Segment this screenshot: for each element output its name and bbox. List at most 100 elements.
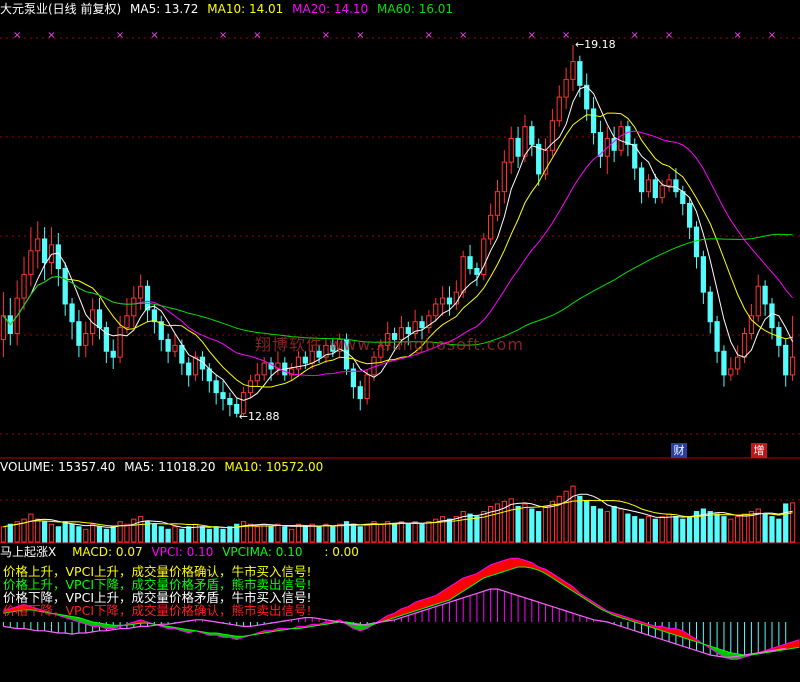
candle — [638, 162, 645, 204]
volume-bar — [673, 516, 679, 543]
volume-bar — [741, 513, 748, 543]
volume-bar — [762, 513, 768, 543]
volume-bar — [83, 528, 89, 543]
candle-body — [584, 84, 590, 110]
candle — [186, 357, 192, 387]
candle — [556, 85, 562, 127]
candle-body — [549, 120, 556, 151]
volume-bar — [323, 523, 329, 543]
candle — [611, 126, 617, 163]
high-price-label: ←19.18 — [574, 38, 616, 52]
candle — [289, 363, 295, 381]
volume-bar — [309, 523, 315, 543]
volume-bar — [563, 490, 569, 543]
candle-body — [741, 333, 748, 358]
volume-bar — [186, 526, 192, 543]
candle-body — [179, 344, 185, 364]
candle — [570, 45, 576, 92]
volume-bar — [652, 518, 658, 543]
candle-body — [433, 303, 439, 317]
volume-bar — [316, 526, 322, 543]
volume-bar — [385, 521, 391, 543]
ma5-readout: MA5: 13.72 — [130, 2, 199, 16]
finance-badge[interactable]: 财 — [671, 443, 687, 458]
candle — [783, 339, 789, 387]
volume-bar — [350, 523, 357, 543]
candle-body — [446, 297, 453, 305]
volume-bar — [330, 526, 336, 543]
candle-body — [673, 179, 679, 193]
candle-body — [357, 386, 363, 400]
candle — [35, 221, 41, 269]
candle — [501, 150, 507, 204]
candle — [48, 227, 55, 275]
candle — [789, 315, 796, 381]
candle — [597, 120, 604, 169]
volume-bar — [638, 518, 645, 543]
volume-bar — [227, 526, 233, 543]
candle — [474, 262, 480, 287]
price-panel[interactable]: × × × × × × × × × × × × × × × × — [0, 30, 796, 418]
volume-bar — [522, 503, 528, 543]
volume-bar — [481, 511, 487, 543]
candle — [96, 298, 103, 340]
volume-bar — [295, 523, 302, 543]
candle — [55, 233, 61, 287]
candle-body — [618, 126, 624, 151]
candle — [529, 120, 535, 157]
volume-bar — [124, 523, 130, 543]
volume-bar — [776, 518, 782, 543]
volume-bar — [625, 513, 631, 543]
candle-body — [419, 321, 425, 329]
candle — [707, 286, 713, 334]
volume-bar — [618, 508, 624, 543]
signal-cross-marker: × — [425, 30, 433, 41]
volume-bar — [474, 516, 480, 543]
volume-bar — [69, 523, 75, 543]
volume-bar — [549, 500, 556, 543]
candle — [83, 321, 89, 358]
candle-body — [35, 238, 41, 252]
volume-bar — [666, 513, 672, 543]
vpci-readout: VPCI: 0.10 — [151, 545, 214, 559]
ma10-readout: MA10: 14.01 — [207, 2, 284, 16]
signal-cross-marker: × — [631, 30, 639, 41]
volume-bar — [206, 528, 212, 543]
volume-bar — [179, 528, 185, 543]
candle-body — [748, 315, 755, 335]
volume-bar — [687, 516, 693, 543]
candle-body — [645, 179, 652, 193]
volume-bar — [426, 521, 432, 543]
add-shares-badge[interactable]: 增 — [751, 443, 767, 458]
candle-body — [110, 350, 116, 358]
candle-body — [96, 309, 103, 329]
candle-body — [721, 350, 727, 376]
volume-bar — [611, 505, 617, 543]
candle — [666, 173, 672, 192]
candle-body — [144, 285, 151, 311]
candle-body — [501, 161, 507, 193]
volume-bar — [0, 526, 7, 543]
candle — [28, 227, 34, 287]
volume-bar — [632, 516, 638, 543]
candle-body — [666, 179, 672, 187]
candle-body — [728, 368, 734, 376]
candle — [0, 292, 7, 358]
candle-body — [467, 256, 473, 270]
candle — [721, 345, 727, 387]
candle — [357, 380, 363, 411]
volume-bar — [247, 523, 254, 543]
volume-bar — [268, 526, 274, 543]
candle — [735, 345, 741, 375]
vpci-ribbon-segment — [552, 573, 560, 583]
candle-body — [570, 61, 576, 80]
vpci-ribbon-segment — [545, 568, 553, 579]
candle — [76, 309, 82, 358]
price-header: 大元泵业(日线 前复权) MA5: 13.72 MA10: 14.01 MA20… — [0, 1, 458, 17]
volume-bar — [412, 521, 418, 543]
volume-bar — [240, 521, 247, 543]
volume-panel[interactable] — [0, 485, 796, 543]
volume-bar — [96, 526, 103, 543]
candle — [227, 392, 233, 417]
signal-cross-marker: × — [768, 30, 776, 41]
